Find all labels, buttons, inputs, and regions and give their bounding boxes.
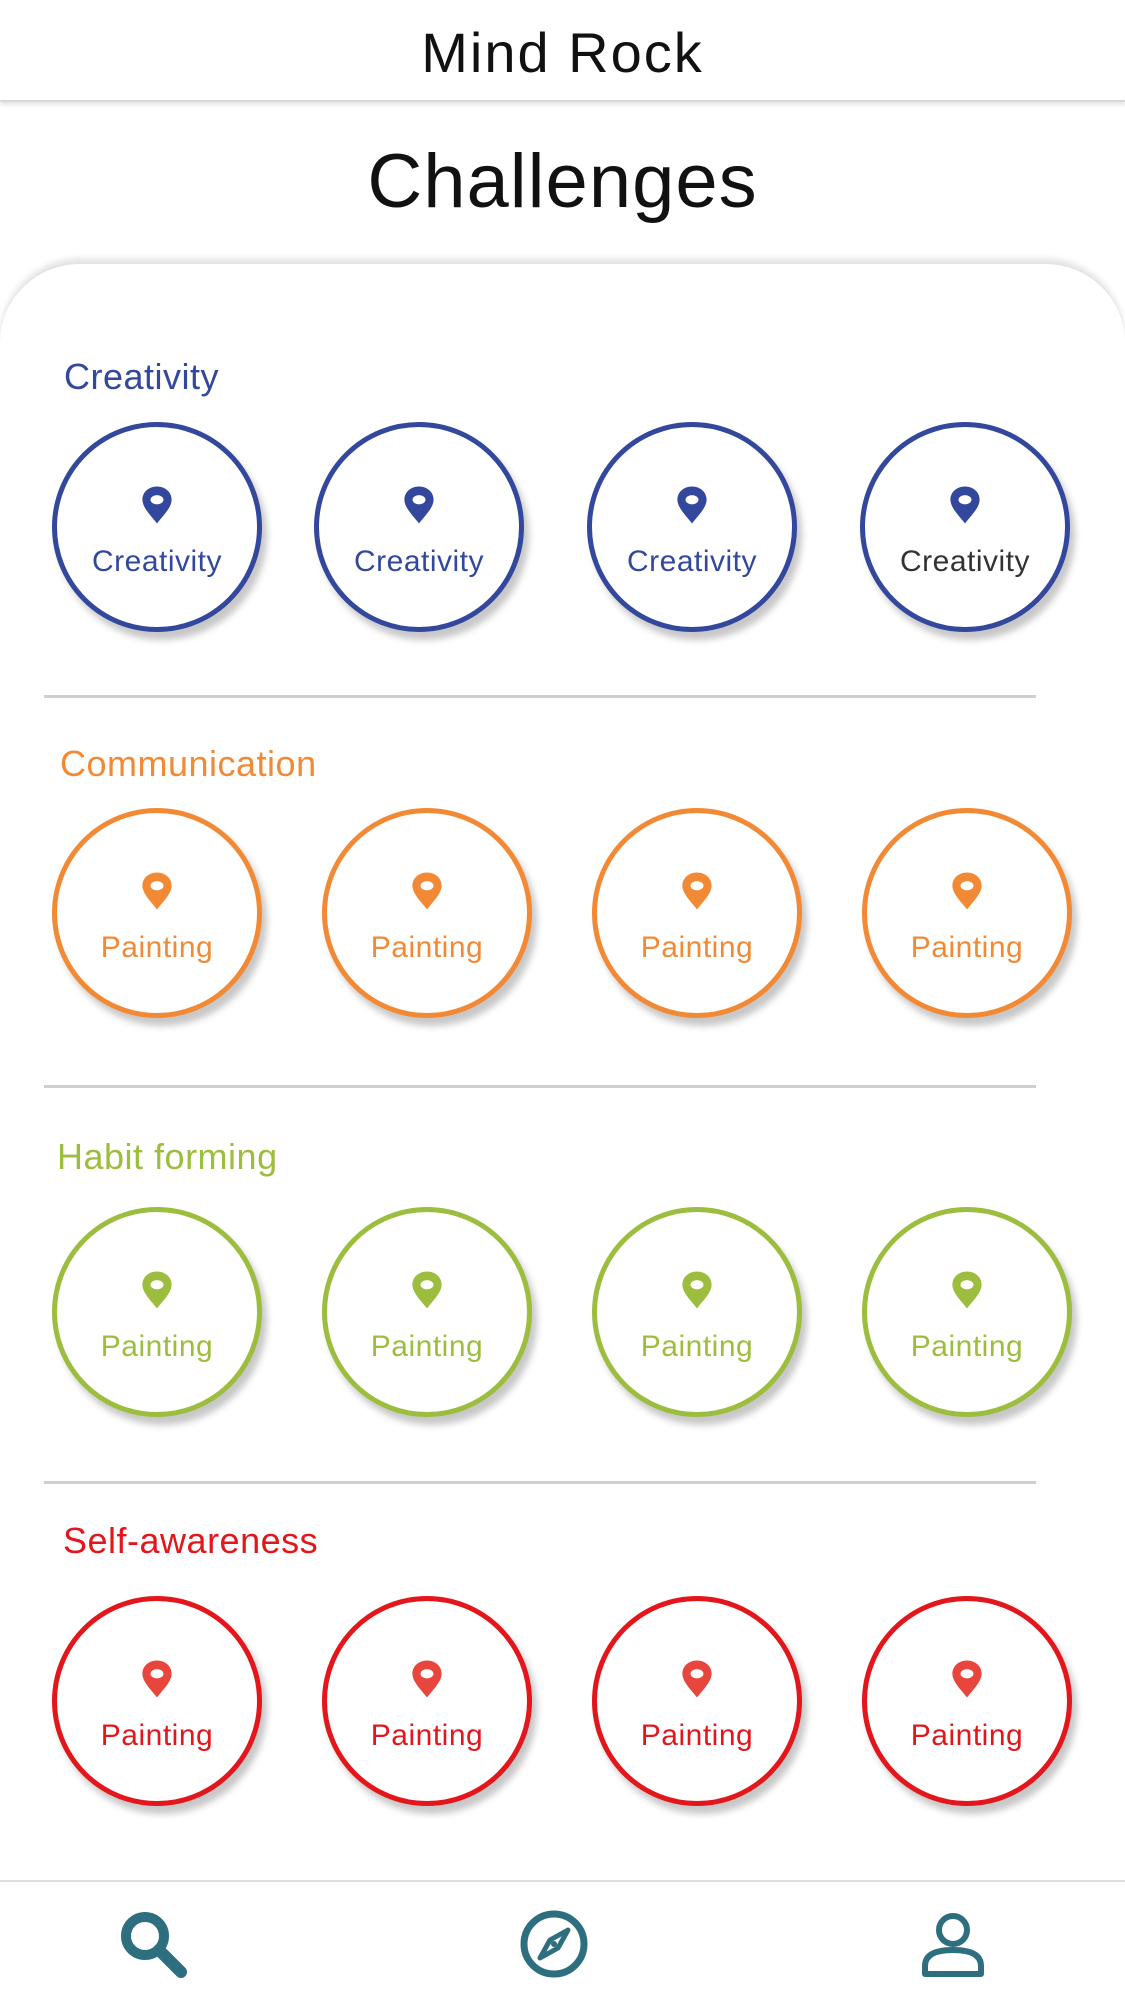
challenge-label: Painting [640, 1719, 754, 1752]
challenge-label: Painting [370, 1719, 484, 1752]
section-title-habit-forming: Habit forming [57, 1136, 278, 1177]
pin-icon [952, 872, 982, 910]
challenge-label: Painting [640, 1330, 754, 1363]
challenge-label: Painting [370, 931, 484, 964]
nav-explore[interactable] [514, 1904, 594, 1984]
pin-icon [412, 1271, 442, 1309]
section-divider [44, 695, 1036, 698]
nav-search[interactable] [113, 1904, 193, 1984]
section-title-creativity: Creativity [64, 356, 220, 397]
challenge-label: Creativity [91, 545, 223, 578]
challenge-badge[interactable]: Painting [52, 1207, 262, 1417]
challenge-badge[interactable]: Painting [592, 808, 802, 1018]
challenge-badge[interactable]: Painting [592, 1207, 802, 1417]
compass-icon [520, 1910, 588, 1978]
challenge-label: Creativity [626, 545, 758, 578]
pin-icon [142, 486, 172, 524]
app-title: Mind Rock [421, 20, 704, 84]
challenge-badge[interactable]: Painting [322, 1207, 532, 1417]
challenge-label: Painting [100, 1719, 214, 1752]
pin-icon [142, 872, 172, 910]
section-divider [44, 1481, 1036, 1484]
pin-icon [682, 872, 712, 910]
search-icon [121, 1912, 187, 1978]
challenge-label: Painting [640, 931, 754, 964]
nav-profile[interactable] [913, 1904, 993, 1984]
pin-icon [952, 1271, 982, 1309]
pin-icon [682, 1660, 712, 1698]
challenge-badge[interactable]: Creativity [52, 422, 262, 632]
challenge-badge[interactable]: Creativity [314, 422, 524, 632]
pin-icon [682, 1271, 712, 1309]
challenge-badge[interactable]: Painting [862, 808, 1072, 1018]
challenge-badge[interactable]: Painting [322, 808, 532, 1018]
challenge-badge[interactable]: Painting [592, 1596, 802, 1806]
profile-icon [922, 1913, 984, 1977]
challenge-badge[interactable]: Painting [52, 808, 262, 1018]
pin-icon [952, 1660, 982, 1698]
pin-icon [412, 1660, 442, 1698]
pin-icon [404, 486, 434, 524]
challenge-label: Painting [100, 1330, 214, 1363]
challenge-badge[interactable]: Painting [52, 1596, 262, 1806]
section-divider [44, 1085, 1036, 1088]
pin-icon [677, 486, 707, 524]
challenge-label: Painting [100, 931, 214, 964]
challenge-badge[interactable]: Painting [862, 1207, 1072, 1417]
challenge-badge[interactable]: Painting [322, 1596, 532, 1806]
challenge-badge[interactable]: Painting [862, 1596, 1072, 1806]
pin-icon [412, 872, 442, 910]
challenge-label: Painting [370, 1330, 484, 1363]
app-header: Mind Rock [0, 0, 1125, 102]
challenge-label: Painting [910, 931, 1024, 964]
pin-icon [142, 1271, 172, 1309]
bottom-nav [0, 1880, 1125, 2003]
pin-icon [142, 1660, 172, 1698]
page-title: Challenges [367, 139, 758, 224]
challenge-label: Creativity [899, 545, 1031, 578]
challenge-badge[interactable]: Creativity [860, 422, 1070, 632]
challenge-label: Painting [910, 1719, 1024, 1752]
challenge-badge[interactable]: Creativity [587, 422, 797, 632]
pin-icon [950, 486, 980, 524]
section-title-self-awareness: Self-awareness [63, 1520, 319, 1561]
section-title-communication: Communication [60, 743, 317, 784]
challenge-label: Creativity [353, 545, 485, 578]
challenge-label: Painting [910, 1330, 1024, 1363]
